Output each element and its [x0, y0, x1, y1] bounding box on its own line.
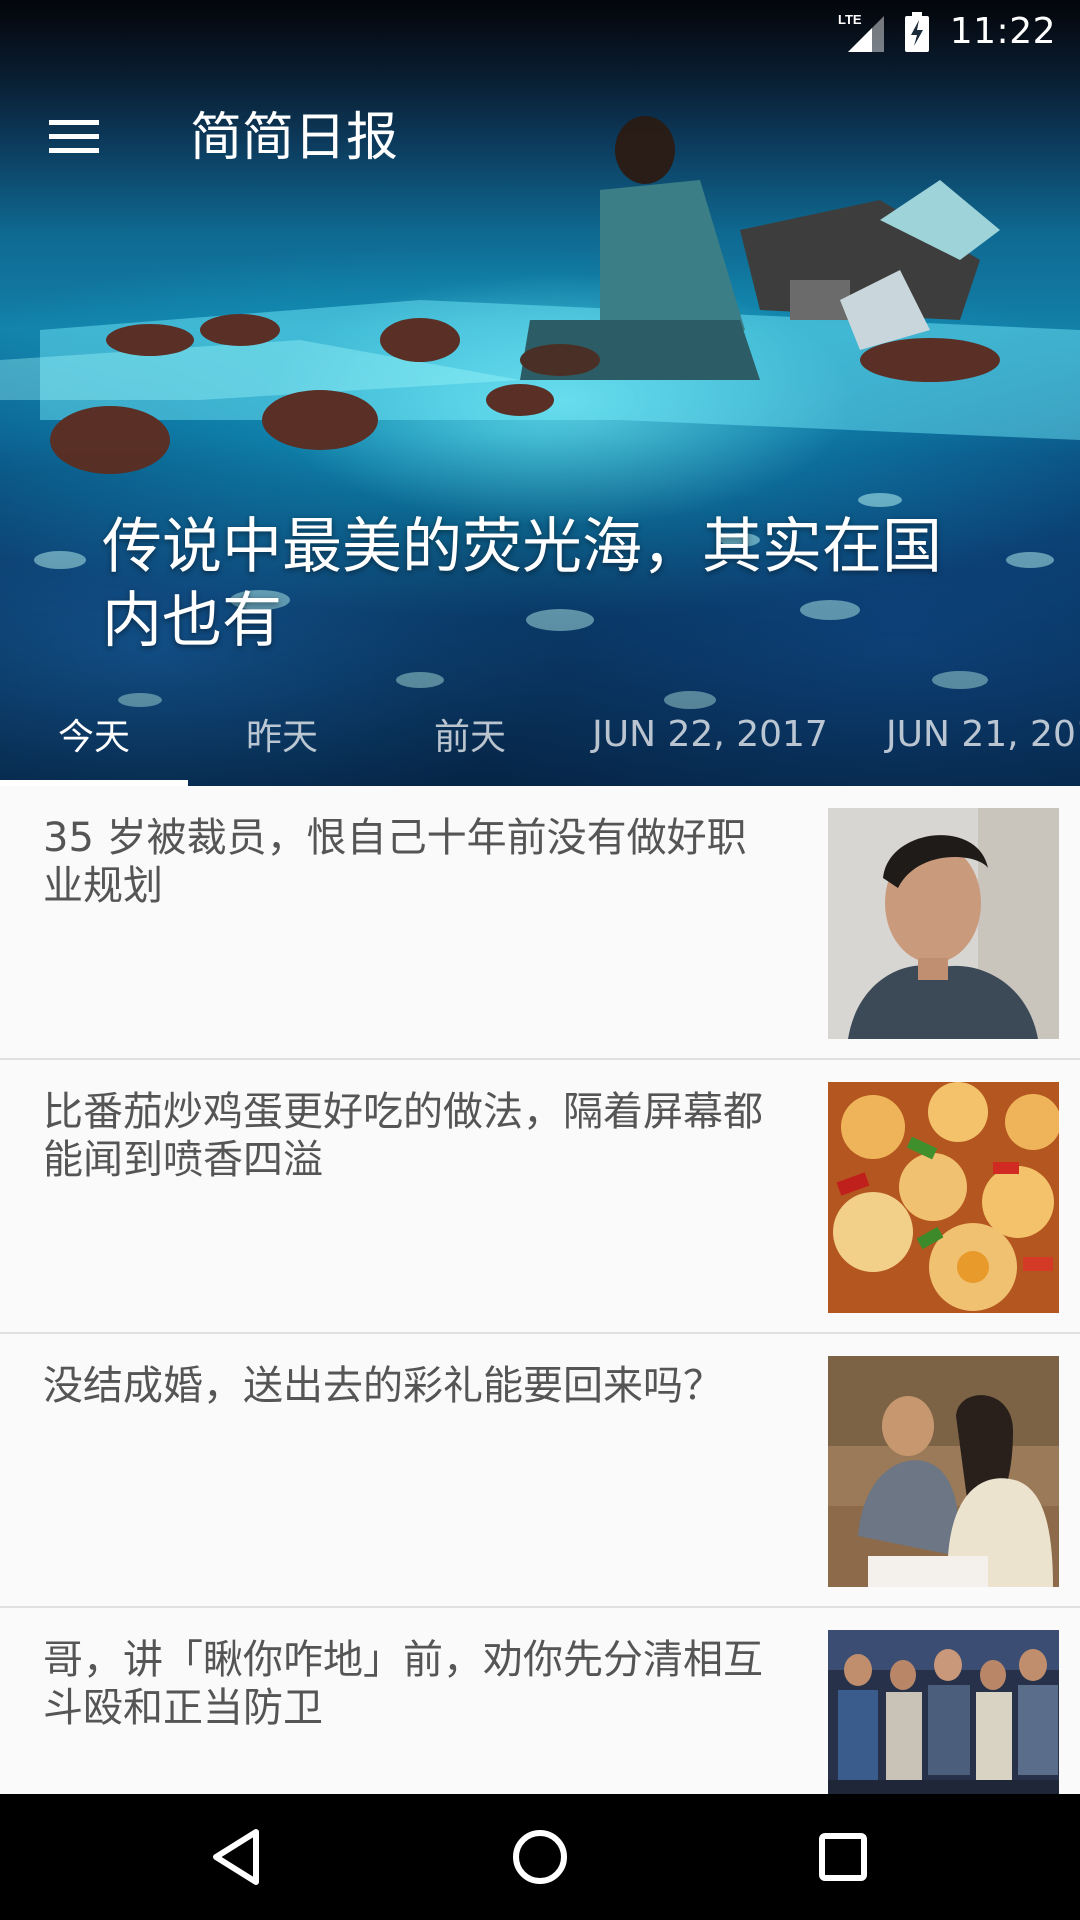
app-title: 简简日报 [190, 108, 399, 168]
status-bar: LTE 11:22 [0, 0, 1080, 63]
status-time: 11:22 [949, 11, 1056, 52]
home-button[interactable] [505, 1822, 575, 1892]
news-item[interactable]: 35 岁被裁员，恨自己十年前没有做好职业规划 [0, 786, 1080, 1060]
back-triangle-icon [213, 1829, 259, 1885]
egg-dish-image [828, 1082, 1059, 1313]
news-thumbnail [828, 1630, 1059, 1794]
tab-today[interactable]: 今天 [0, 690, 188, 778]
network-type: LTE [838, 12, 862, 27]
news-thumbnail [828, 1356, 1059, 1587]
crowd-image [828, 1630, 1059, 1794]
news-list[interactable]: 35 岁被裁员，恨自己十年前没有做好职业规划 比番茄炒鸡蛋更好吃的做法，隔着屏幕… [0, 786, 1080, 1794]
navigation-bar [0, 1794, 1080, 1920]
news-title: 比番茄炒鸡蛋更好吃的做法，隔着屏幕都能闻到喷香四溢 [43, 1089, 763, 1183]
menu-button[interactable] [34, 101, 114, 173]
news-title: 哥，讲「瞅你咋地」前，劝你先分清相互斗殴和正当防卫 [43, 1637, 763, 1731]
hero-headline[interactable]: 传说中最美的荧光海，其实在国内也有 [102, 510, 962, 658]
hamburger-menu-icon [49, 120, 99, 153]
news-thumbnail [828, 808, 1059, 1039]
news-title: 35 岁被裁员，恨自己十年前没有做好职业规划 [43, 815, 747, 909]
news-title: 没结成婚，送出去的彩礼能要回来吗？ [43, 1363, 723, 1409]
lte-signal-icon: LTE [838, 12, 884, 52]
battery-charging-icon [904, 11, 929, 52]
hero-header[interactable]: LTE 11:22 简简日报 传说中最美的荧光海，其实在国内也有 今天 昨天 前… [0, 0, 1080, 786]
date-tabs: 今天 昨天 前天 JUN 22, 2017 JUN 21, 2017 [0, 690, 1080, 786]
tab-yesterday[interactable]: 昨天 [188, 690, 376, 778]
screen: LTE 11:22 简简日报 传说中最美的荧光海，其实在国内也有 今天 昨天 前… [0, 0, 1080, 1920]
home-circle-icon [513, 1830, 567, 1884]
recents-square-icon [819, 1833, 867, 1881]
toolbar: 简简日报 [0, 72, 1080, 202]
man-portrait-image [828, 808, 1059, 1039]
back-button[interactable] [202, 1822, 272, 1892]
couple-sofa-image [828, 1356, 1059, 1587]
news-thumbnail [828, 1082, 1059, 1313]
tab-day-before-yesterday[interactable]: 前天 [376, 690, 564, 778]
tab-jun-21[interactable]: JUN 21, 2017 [870, 690, 1080, 778]
recents-button[interactable] [808, 1822, 878, 1892]
news-item[interactable]: 哥，讲「瞅你咋地」前，劝你先分清相互斗殴和正当防卫 [0, 1608, 1080, 1794]
news-item[interactable]: 没结成婚，送出去的彩礼能要回来吗？ [0, 1334, 1080, 1608]
tab-jun-22[interactable]: JUN 22, 2017 [580, 690, 840, 778]
news-item[interactable]: 比番茄炒鸡蛋更好吃的做法，隔着屏幕都能闻到喷香四溢 [0, 1060, 1080, 1334]
